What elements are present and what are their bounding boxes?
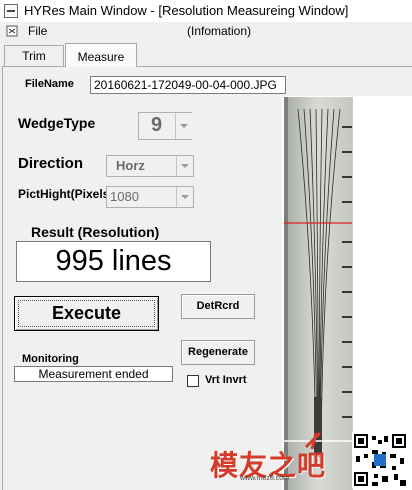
pict-height-dropdown-button[interactable] (176, 187, 194, 207)
chevron-down-icon (181, 195, 189, 199)
qr-code-icon (352, 432, 408, 488)
chevron-down-icon (181, 164, 189, 168)
wedge-image (284, 97, 352, 490)
monitoring-status-field: Measurement ended (14, 366, 173, 382)
direction-value: Horz (116, 158, 145, 173)
direction-label: Direction (18, 155, 84, 172)
app-icon (4, 4, 18, 18)
watermark-url: www.moz8.com (240, 475, 290, 482)
vrt-invrt-label[interactable]: Vrt Invrt (205, 374, 247, 386)
detrcrd-button[interactable]: DetRcrd (181, 294, 255, 319)
direction-dropdown-button[interactable] (176, 156, 194, 176)
wedge-type-value: 9 (151, 114, 163, 136)
document-icon (6, 25, 18, 37)
pict-height-value: 1080 (110, 189, 139, 204)
result-label: Result (Resolution) (31, 224, 160, 240)
tab-trim[interactable]: Trim (4, 45, 64, 66)
menu-information[interactable]: (Infomation) (187, 24, 251, 38)
menu-file[interactable]: File (28, 24, 47, 38)
execute-button[interactable]: Execute (14, 296, 159, 331)
wedge-type-dropdown-button[interactable] (175, 113, 192, 139)
vrt-invrt-checkbox[interactable] (187, 375, 199, 387)
regenerate-button[interactable]: Regenerate (181, 340, 255, 365)
filename-label: FileName (25, 78, 74, 90)
wedge-type-label: WedgeType (18, 115, 96, 131)
filename-field[interactable]: 20160621-172049-00-04-000.JPG (90, 76, 286, 94)
monitoring-label: Monitoring (22, 353, 79, 365)
result-value: 995 lines (55, 245, 172, 277)
window-title: HYRes Main Window - [Resolution Measurei… (24, 3, 349, 18)
chevron-down-icon (180, 124, 188, 128)
tab-measure[interactable]: Measure (65, 43, 137, 67)
pict-height-label: PictHight(Pixels) (18, 187, 114, 201)
